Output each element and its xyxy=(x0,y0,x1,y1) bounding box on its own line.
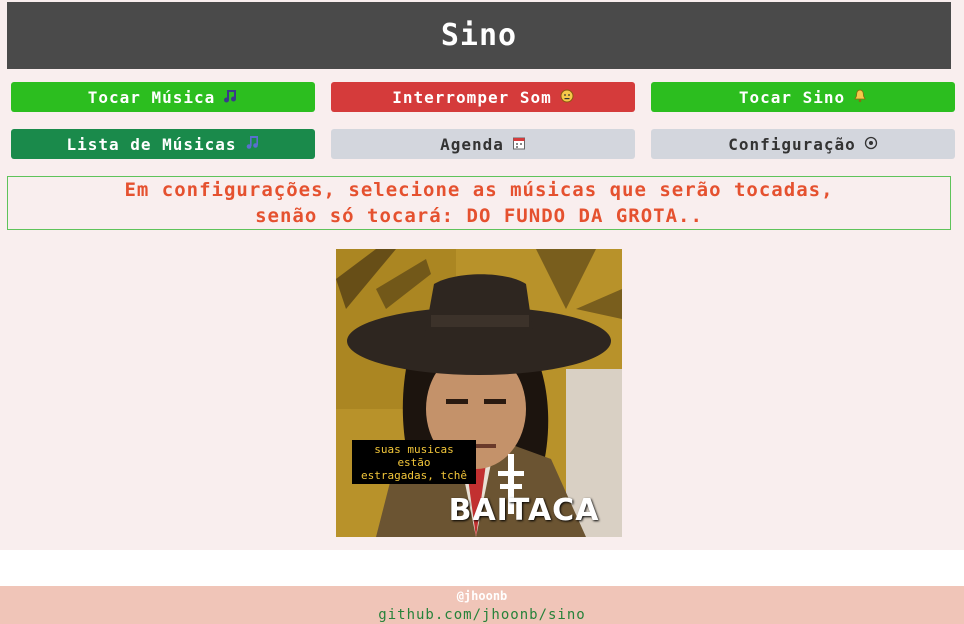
gear-icon xyxy=(864,136,878,153)
photo-caption: suas musicas estão estragadas, tchê xyxy=(352,440,476,484)
page-title: Sino xyxy=(440,18,518,53)
caption-line-1: suas musicas xyxy=(374,443,454,456)
photo-logo-text: BAITACA xyxy=(448,493,600,528)
schedule-label: Agenda xyxy=(440,134,504,154)
music-notes-icon xyxy=(223,89,238,106)
caption-line-3: estragadas, tchê xyxy=(361,469,467,482)
play-music-button[interactable]: Tocar Música xyxy=(11,82,315,112)
music-note-icon xyxy=(245,135,260,153)
music-list-button[interactable]: Lista de Músicas xyxy=(11,129,315,159)
settings-label: Configuração xyxy=(728,134,856,154)
schedule-button[interactable]: Agenda xyxy=(331,129,635,159)
footer-github-link[interactable]: github.com/jhoonb/sino xyxy=(0,607,964,623)
stop-sound-button[interactable]: Interromper Som xyxy=(331,82,635,112)
play-bell-label: Tocar Sino xyxy=(738,87,846,107)
stop-sound-label: Interromper Som xyxy=(392,87,552,107)
settings-button[interactable]: Configuração xyxy=(651,129,955,159)
frown-face-icon xyxy=(560,89,574,106)
music-list-label: Lista de Músicas xyxy=(66,134,237,154)
play-bell-button[interactable]: Tocar Sino xyxy=(651,82,955,112)
caption-line-2: estão xyxy=(397,456,431,469)
calendar-icon xyxy=(512,136,526,153)
album-photo: BAITACA xyxy=(336,249,622,537)
notice-line-1: Em configurações, selecione as músicas q… xyxy=(124,179,834,201)
configuration-notice: Em configurações, selecione as músicas q… xyxy=(7,176,951,230)
notice-line-2: senão só tocará: DO FUNDO DA GROTA.. xyxy=(255,205,703,227)
app-header: Sino xyxy=(7,2,951,69)
play-music-label: Tocar Música xyxy=(87,87,216,107)
bell-icon xyxy=(853,89,867,106)
page-footer: @jhoonb github.com/jhoonb/sino xyxy=(0,586,964,624)
footer-handle: @jhoonb xyxy=(456,589,508,603)
